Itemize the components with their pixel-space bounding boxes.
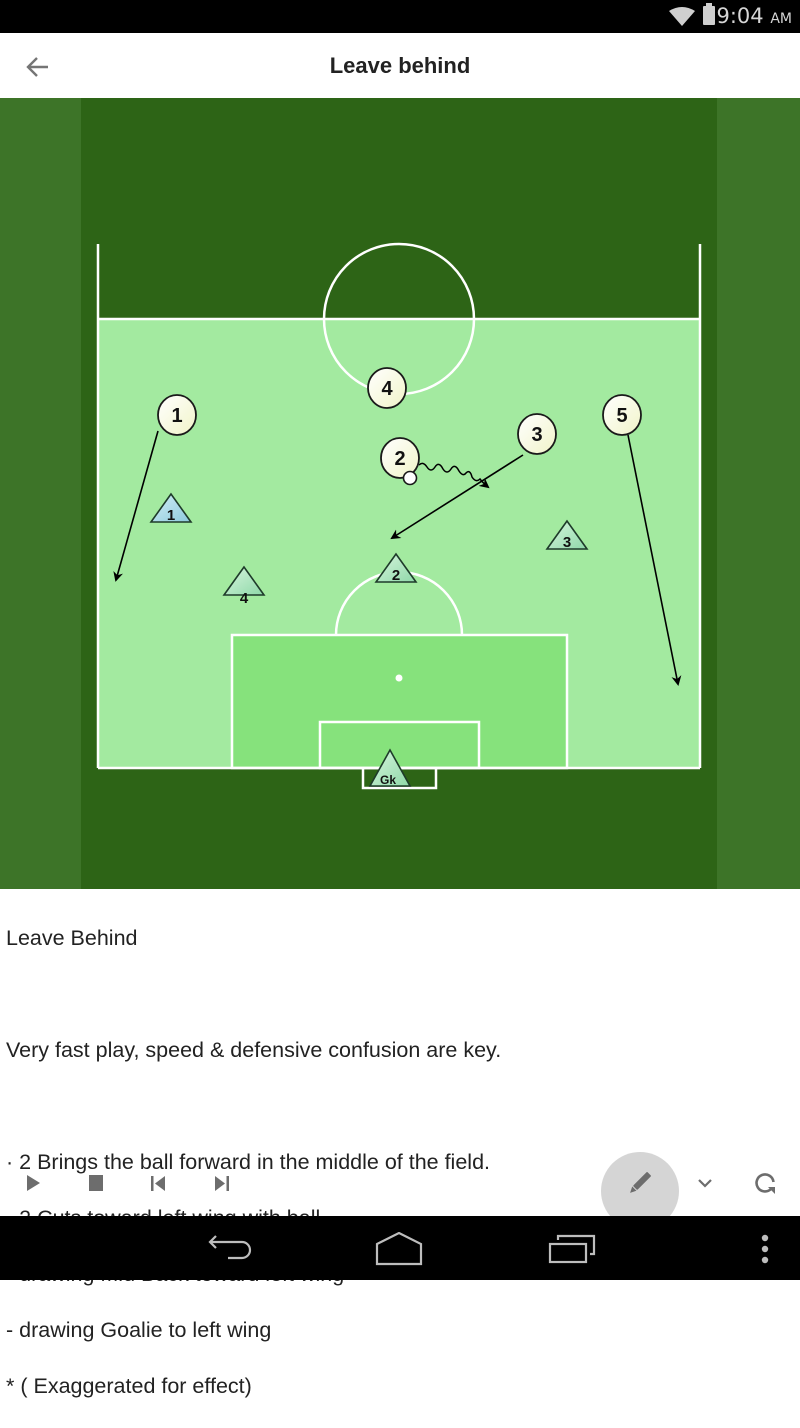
attacker-2-label: 2 — [394, 448, 405, 470]
expand-button[interactable] — [690, 1168, 720, 1198]
wifi-icon — [669, 7, 695, 26]
playback-controls — [0, 1150, 800, 1216]
nav-home-button[interactable] — [372, 1232, 426, 1268]
next-button[interactable] — [206, 1168, 236, 1198]
recents-icon — [548, 1234, 596, 1264]
attacker-5[interactable]: 5 — [602, 394, 642, 436]
app-bar: Leave behind — [0, 33, 800, 98]
edit-icon-button[interactable] — [625, 1168, 655, 1198]
play-icon — [27, 1175, 40, 1191]
attacker-3-label: 3 — [531, 424, 542, 446]
nav-back-button[interactable] — [204, 1232, 254, 1264]
skip-previous-icon — [151, 1176, 165, 1191]
description-step: * ( Exaggerated for effect) — [6, 1374, 252, 1398]
penalty-spot — [395, 674, 403, 682]
defender-4-label: 4 — [240, 590, 249, 607]
ball[interactable] — [402, 470, 418, 486]
status-bar: 9:04 AM — [0, 0, 800, 33]
more-vert-icon — [761, 1234, 769, 1264]
page-title: Leave behind — [329, 53, 471, 78]
penalty-area — [230, 633, 569, 770]
chevron-down-icon — [698, 1179, 712, 1188]
defender-3-label: 3 — [563, 534, 571, 551]
replay-icon — [755, 1173, 775, 1194]
defender-1-label: 1 — [167, 507, 175, 524]
navigation-bar — [0, 1216, 800, 1280]
attacker-4-label: 4 — [381, 378, 393, 400]
description-summary: Very fast play, speed & defensive confus… — [6, 1038, 502, 1062]
attacker-1-label: 1 — [171, 405, 182, 427]
description-title: Leave Behind — [6, 926, 138, 950]
replay-button[interactable] — [750, 1168, 780, 1198]
back-icon — [208, 1235, 252, 1260]
attacker-3[interactable]: 3 — [517, 413, 557, 455]
play-button[interactable] — [18, 1168, 48, 1198]
nav-recents-button[interactable] — [546, 1232, 600, 1266]
home-icon — [375, 1232, 423, 1266]
clock-ampm: AM — [770, 11, 792, 27]
stop-button[interactable] — [81, 1168, 111, 1198]
defender-2-label: 2 — [392, 567, 400, 584]
play-diagram[interactable]: 1 2 3 4 Gk 1 2 3 4 5 — [0, 98, 800, 889]
attacker-4[interactable]: 4 — [367, 367, 407, 409]
clock: 9:04 AM — [716, 4, 792, 28]
description-step: - drawing Goalie to left wing — [6, 1318, 272, 1342]
attacker-5-label: 5 — [616, 405, 627, 427]
nav-menu-button[interactable] — [758, 1232, 772, 1266]
battery-icon — [703, 3, 715, 25]
attacker-1[interactable]: 1 — [157, 394, 197, 436]
pencil-icon — [630, 1172, 651, 1193]
goalkeeper-label: Gk — [380, 773, 396, 787]
previous-button[interactable] — [144, 1168, 174, 1198]
stop-icon — [89, 1175, 103, 1191]
skip-next-icon — [215, 1176, 229, 1191]
clock-time: 9:04 — [716, 4, 764, 28]
